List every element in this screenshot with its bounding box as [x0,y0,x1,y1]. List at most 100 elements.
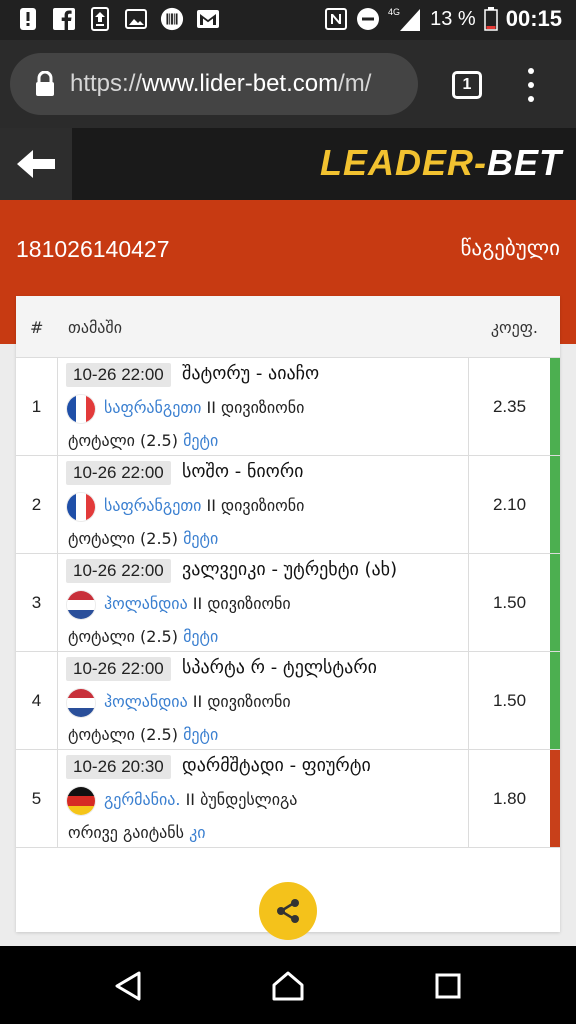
nav-back-button[interactable] [108,966,148,1006]
league-line: საფრანგეთი II დივიზიონი [104,496,304,515]
nfc-icon [324,6,348,32]
match-datetime: 10-26 22:00 [66,363,171,387]
nav-home-button[interactable] [268,966,308,1006]
germany-flag-icon [67,787,95,815]
dnd-icon [356,6,380,32]
battery-percent: 13 % [430,7,476,30]
table-row: 5 10-26 20:30 დარმშტადი - ფიურტი გერმანია. … [16,750,560,848]
market-name: ტოტალი (2.5) [68,431,178,450]
league-line: საფრანგეთი II დივიზიონი [104,398,304,417]
match-name: სოშო - ნიორი [182,461,304,482]
table-row: 1 10-26 22:00 შატორუ - აიაჩო საფრანგეთი II … [16,358,560,456]
market-name: ტოტალი (2.5) [68,627,178,646]
market-name: ორივე გაიტანს [68,823,185,842]
league-name: II დივიზიონი [201,496,305,515]
league-name: II ბუნდესლიგა [180,790,298,809]
game-cell: 10-26 22:00 სოშო - ნიორი საფრანგეთი II დივ… [58,456,469,553]
bet-table: # თამაში კოეფ. 1 10-26 22:00 შატორუ - აიაჩ… [16,296,560,940]
france-flag-icon [67,395,95,423]
league-line: ჰოლანდია II დივიზიონი [104,594,291,613]
site-header: LEADER-BET [0,128,576,200]
status-bar: 4G 13 % 00:15 [0,0,576,40]
league-line: ჰოლანდია II დივიზიონი [104,692,291,711]
market-line: ტოტალი (2.5) მეტი [68,725,218,744]
pick-value: მეტი [183,431,219,450]
market-line: ტოტალი (2.5) მეტი [68,627,218,646]
tab-switcher-button[interactable]: 1 [452,71,482,99]
pick-value: კი [189,823,206,842]
header-odds: კოეფ. [490,318,538,337]
country-link[interactable]: საფრანგეთი [104,398,201,417]
logo-part2: BET [487,142,562,183]
alert-icon [16,6,40,32]
match-name: შატორუ - აიაჩო [182,363,320,384]
netherlands-flag-icon [67,689,95,717]
browser-menu-button[interactable] [520,68,542,102]
match-name: ვალვეიკი - უტრეხტი (ახ) [182,559,398,580]
market-line: ორივე გაიტანს კი [68,823,206,842]
system-nav-bar [0,946,576,1024]
pick-value: მეტი [183,529,219,548]
ticket-id: 181026140427 [16,236,170,262]
home-icon [272,971,304,1001]
match-name: სპარტა რ - ტელსტარი [182,657,377,678]
nav-recents-button[interactable] [428,966,468,1006]
barcode-icon [160,6,184,32]
country-link[interactable]: გერმანია. [104,790,181,809]
upload-icon [88,6,112,32]
row-number: 1 [16,358,58,455]
battery-icon [483,6,498,32]
match-datetime: 10-26 22:00 [66,657,171,681]
recents-icon [435,973,461,999]
table-header: # თამაში კოეფ. [16,296,560,358]
odds-value: 1.50 [492,690,527,710]
result-indicator [550,750,560,847]
table-row: 2 10-26 22:00 სოშო - ნიორი საფრანგეთი II დი… [16,456,560,554]
row-number: 3 [16,554,58,651]
triangle-back-icon [115,971,141,1001]
country-link[interactable]: ჰოლანდია [104,692,188,711]
row-number: 4 [16,652,58,749]
network-label: 4G [388,7,400,17]
match-datetime: 10-26 22:00 [66,461,171,485]
result-indicator [550,358,560,455]
league-line: გერმანია. II ბუნდესლიგა [104,790,297,809]
signal-icon: 4G [388,6,422,32]
image-icon [124,6,148,32]
odds-value: 2.35 [492,396,527,416]
share-button[interactable] [259,882,317,940]
url-prefix: https:// [70,70,143,97]
table-row: 4 10-26 22:00 სპარტა რ - ტელსტარი ჰოლანდია … [16,652,560,750]
url-field[interactable]: https://www.lider-bet.com/m/ [10,53,418,115]
pick-value: მეტი [183,627,219,646]
back-button[interactable] [0,128,72,200]
site-logo[interactable]: LEADER-BET [320,142,562,184]
match-datetime: 10-26 20:30 [66,755,171,779]
netherlands-flag-icon [67,591,95,619]
lock-icon [36,71,54,96]
gmail-icon [196,6,220,32]
browser-toolbar: https://www.lider-bet.com/m/ 1 [0,40,576,128]
france-flag-icon [67,493,95,521]
odds-value: 1.80 [492,788,527,808]
odds-value: 1.50 [492,592,527,612]
result-indicator [550,554,560,651]
league-name: II დივიზიონი [187,594,291,613]
url-host: www.lider-bet.com [142,70,339,97]
header-game: თამაში [68,318,122,337]
clock: 00:15 [505,6,562,31]
url-text: https://www.lider-bet.com/m/ [70,70,400,98]
url-suffix: /m/ [338,70,372,97]
country-link[interactable]: ჰოლანდია [104,594,188,613]
tab-count: 1 [462,76,472,93]
market-name: ტოტალი (2.5) [68,725,178,744]
country-link[interactable]: საფრანგეთი [104,496,201,515]
odds-value: 2.10 [492,494,527,514]
pick-value: მეტი [183,725,219,744]
facebook-icon [52,6,76,32]
logo-separator: - [474,142,487,183]
game-cell: 10-26 22:00 შატორუ - აიაჩო საფრანგეთი II დ… [58,358,469,455]
market-line: ტოტალი (2.5) მეტი [68,431,218,450]
game-cell: 10-26 22:00 სპარტა რ - ტელსტარი ჰოლანდია I… [58,652,469,749]
header-num: # [30,318,44,337]
